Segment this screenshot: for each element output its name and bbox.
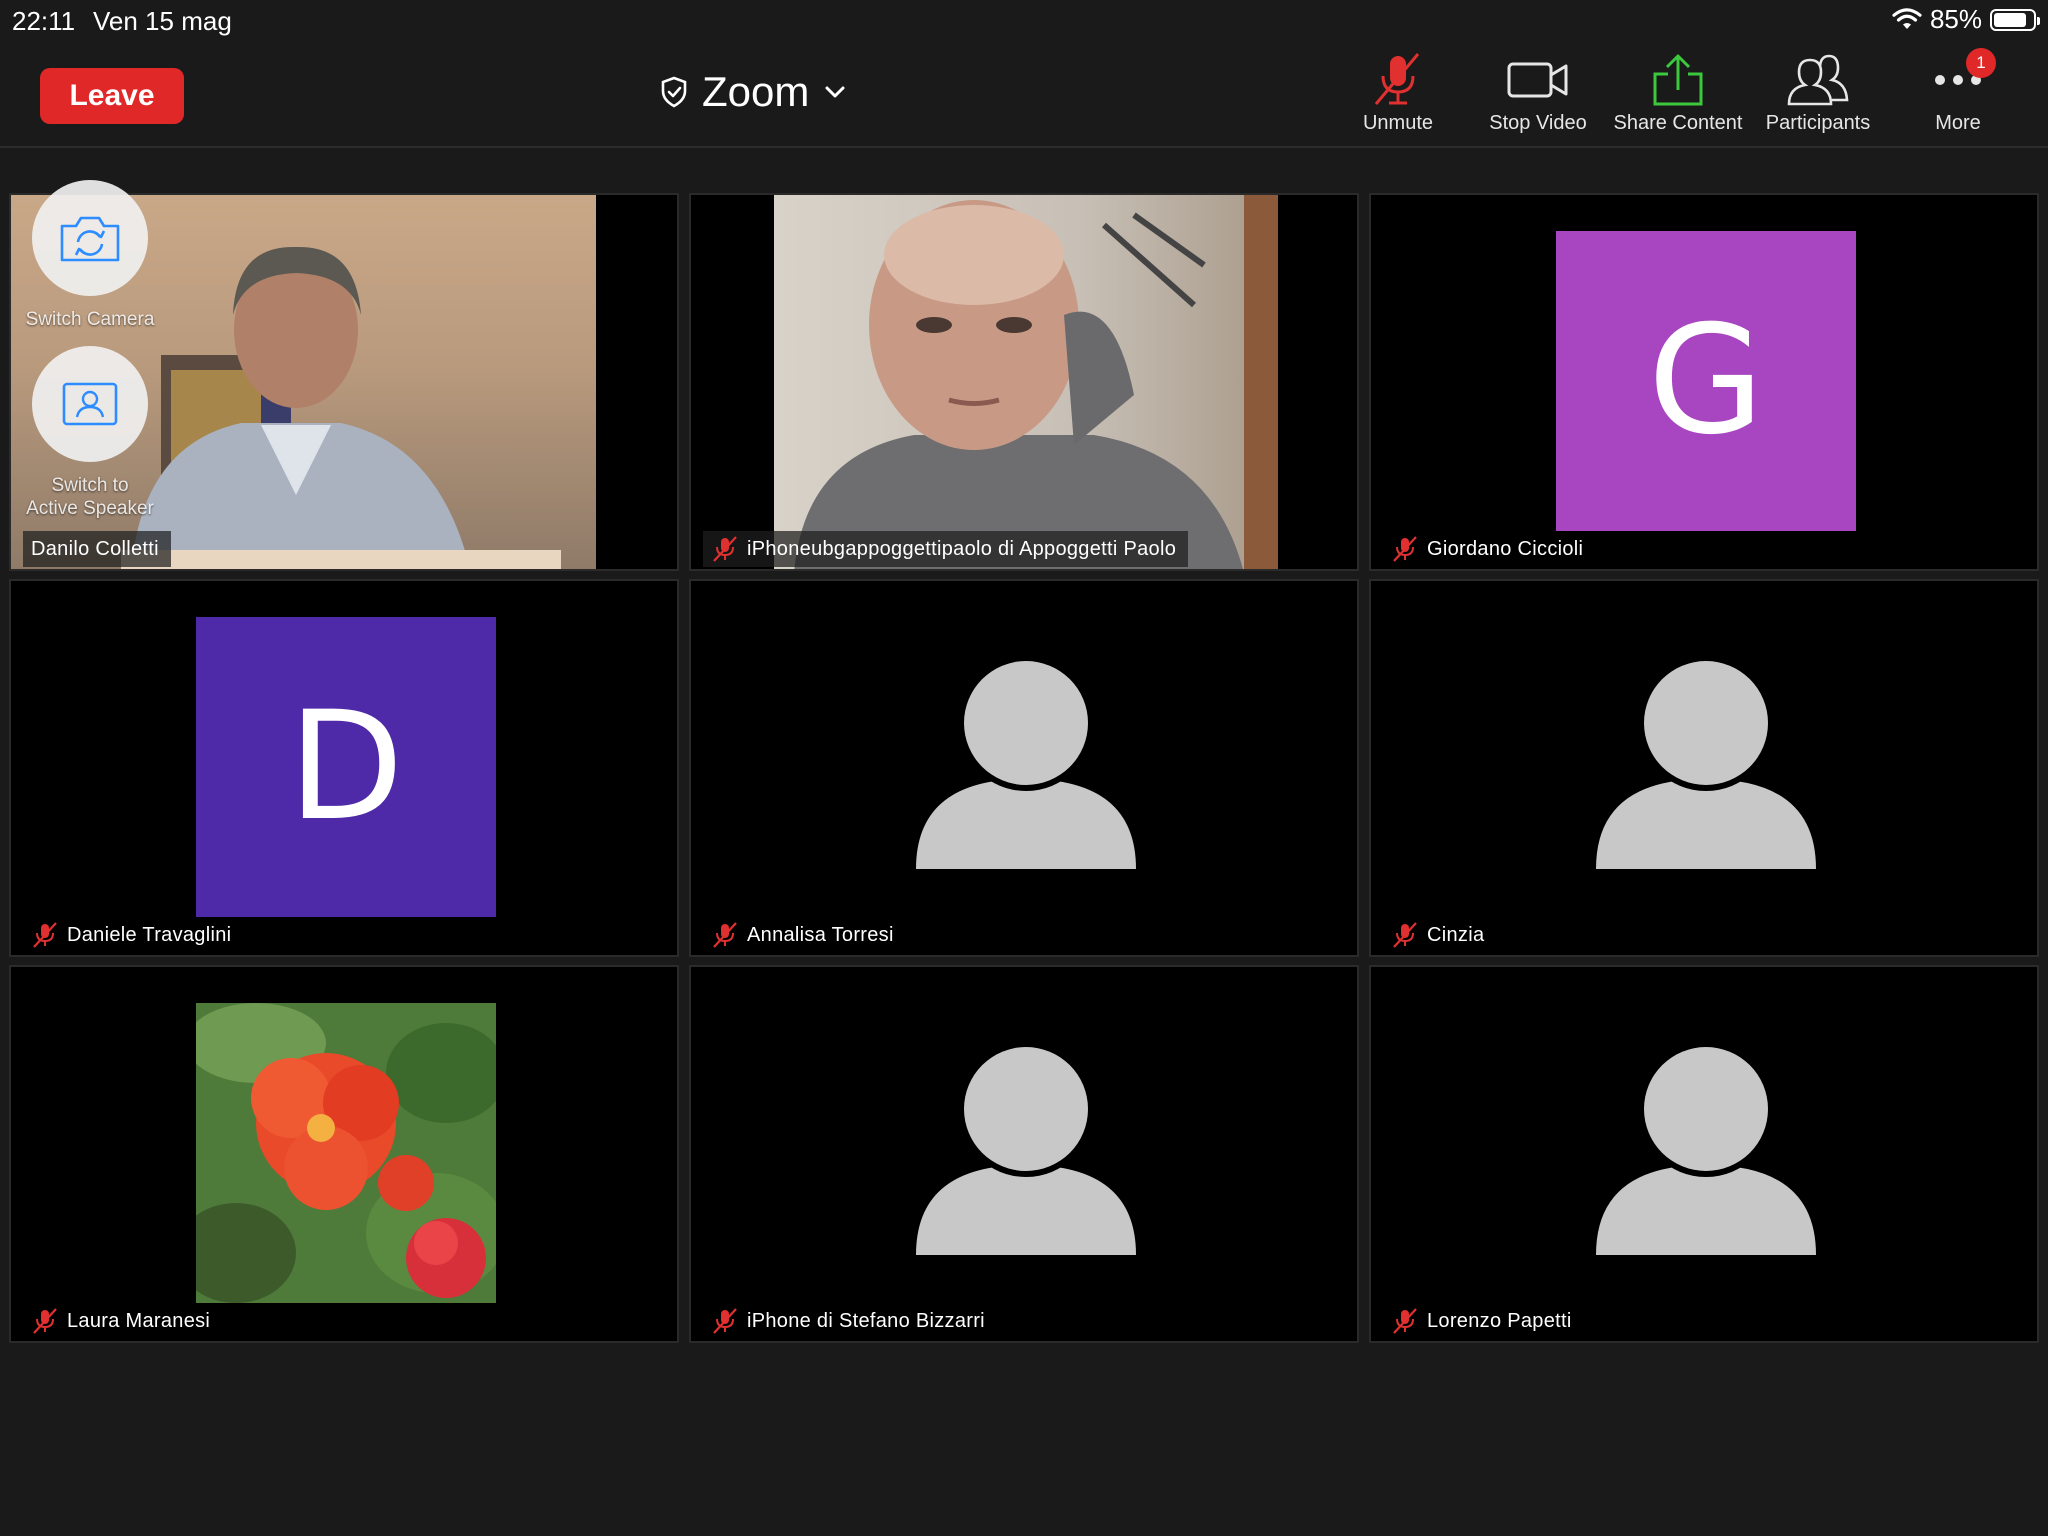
shield-icon (661, 76, 687, 108)
avatar: D (196, 617, 496, 917)
notification-badge: 1 (1966, 48, 1996, 78)
status-bar: 22:11 Ven 15 mag 85% (0, 0, 2048, 40)
participant-tile[interactable]: Lorenzo Papetti (1369, 965, 2039, 1343)
mic-muted-icon (713, 922, 737, 948)
mic-muted-icon (1374, 53, 1420, 105)
switch-camera-icon (60, 216, 120, 262)
meeting-title-dropdown[interactable]: Zoom (660, 62, 847, 122)
share-content-button[interactable]: Share Content (1608, 50, 1748, 142)
participant-name-tag: iPhone di Stefano Bizzarri (703, 1303, 997, 1339)
mic-muted-icon (1393, 1308, 1417, 1334)
more-button[interactable]: 1 More (1888, 48, 2028, 142)
participant-name-tag: Lorenzo Papetti (1383, 1303, 1584, 1339)
participant-name: Lorenzo Papetti (1427, 1309, 1572, 1332)
stop-video-label: Stop Video (1489, 112, 1587, 134)
participant-name: Annalisa Torresi (747, 923, 894, 946)
participant-name: Cinzia (1427, 923, 1485, 946)
mic-muted-icon (1393, 922, 1417, 948)
switch-active-speaker-label: Switch to Active Speaker (26, 475, 154, 519)
participants-button[interactable]: Participants (1748, 50, 1888, 142)
unmute-label: Unmute (1362, 112, 1434, 134)
switch-active-speaker-button[interactable]: Switch to Active Speaker (20, 346, 160, 520)
participant-tile[interactable]: Cinzia (1369, 579, 2039, 957)
status-date: Ven 15 mag (93, 6, 232, 36)
participant-tile[interactable]: Laura Maranesi (9, 965, 679, 1343)
participants-icon (1787, 54, 1849, 106)
switch-camera-label: Switch Camera (25, 309, 155, 330)
participant-name: Giordano Ciccioli (1427, 537, 1584, 560)
participant-name: Danilo Colletti (31, 537, 159, 560)
active-speaker-icon (62, 382, 118, 426)
mic-muted-icon (713, 536, 737, 562)
video-camera-icon (1507, 62, 1568, 98)
participant-video (774, 195, 1278, 569)
mic-muted-icon (33, 922, 57, 948)
more-label: More (1935, 112, 1981, 134)
unmute-button[interactable]: Unmute (1328, 50, 1468, 142)
person-video-image (794, 195, 1278, 569)
battery-icon (1990, 8, 2040, 31)
participant-name-tag: iPhoneubgappoggettipaolo di Appoggetti P… (703, 531, 1189, 567)
flower-profile-photo (196, 1003, 496, 1303)
participant-name-tag: Daniele Travaglini (23, 917, 243, 953)
participant-name: Daniele Travaglini (67, 923, 232, 946)
mic-muted-icon (1393, 536, 1417, 562)
participant-tile[interactable]: iPhoneubgappoggettipaolo di Appoggetti P… (689, 193, 1359, 571)
default-avatar-icon (916, 1045, 1136, 1255)
participants-label: Participants (1765, 112, 1871, 134)
stop-video-button[interactable]: Stop Video (1468, 50, 1608, 142)
default-avatar-icon (916, 659, 1136, 869)
participant-name-tag: Cinzia (1383, 917, 1496, 953)
meeting-title: Zoom (702, 68, 810, 115)
status-time: 22:11 (12, 6, 76, 36)
participant-tile[interactable]: Annalisa Torresi (689, 579, 1359, 957)
battery-percent: 85% (1929, 4, 1982, 34)
leave-button[interactable]: Leave (40, 68, 184, 124)
default-avatar-icon (1596, 1045, 1816, 1255)
participant-name-tag: Danilo Colletti (23, 531, 171, 567)
participant-name-tag: Laura Maranesi (23, 1303, 222, 1339)
mic-muted-icon (33, 1308, 57, 1334)
status-indicators: 85% (1892, 4, 2040, 35)
switch-camera-button[interactable]: Switch Camera (20, 180, 160, 331)
default-avatar-icon (1596, 659, 1816, 869)
mic-muted-icon (713, 1308, 737, 1334)
share-upload-icon (1653, 54, 1703, 106)
participant-name-tag: Giordano Ciccioli (1383, 531, 1595, 567)
participant-name: iPhoneubgappoggettipaolo di Appoggetti P… (747, 537, 1177, 560)
participant-name: iPhone di Stefano Bizzarri (747, 1309, 985, 1332)
participant-name-tag: Annalisa Torresi (703, 917, 906, 953)
participant-tile[interactable]: D Daniele Travaglini (9, 579, 679, 957)
share-content-label: Share Content (1613, 112, 1743, 134)
participant-tile[interactable]: G Giordano Ciccioli (1369, 193, 2039, 571)
toolbar-buttons: Unmute Stop Video Share Content Particip… (1328, 48, 2028, 142)
meeting-toolbar: Leave Zoom Unmute Stop Video Share Conte… (0, 40, 2048, 148)
participant-name: Laura Maranesi (67, 1309, 211, 1332)
participant-tile[interactable]: iPhone di Stefano Bizzarri (689, 965, 1359, 1343)
chevron-down-icon (825, 86, 845, 98)
zoom-meeting-screen: 22:11 Ven 15 mag 85% Leave Zoom Unmute S… (0, 0, 2048, 1536)
wifi-icon (1892, 7, 1922, 29)
avatar: G (1556, 231, 1856, 531)
